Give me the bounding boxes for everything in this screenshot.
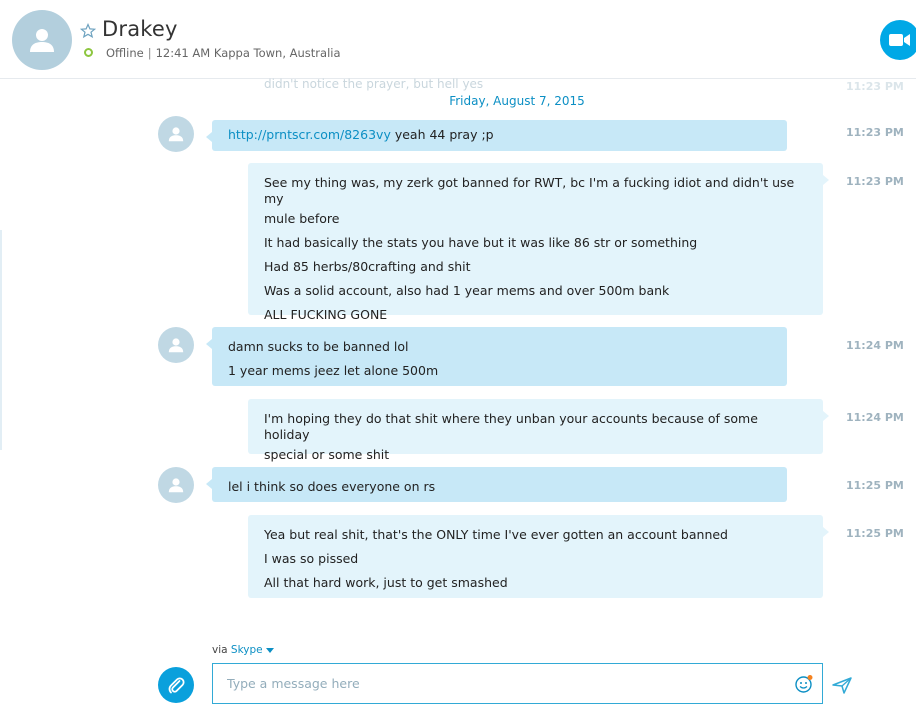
message-text: I'm hoping they do that shit where they …	[264, 411, 758, 442]
contact-avatar[interactable]	[12, 10, 72, 70]
status-separator: |	[147, 46, 152, 60]
via-label: via	[212, 644, 228, 656]
message-link[interactable]: http://prntscr.com/8263vy	[228, 127, 391, 142]
date-separator: Friday, August 7, 2015	[449, 94, 585, 108]
person-icon	[30, 29, 54, 52]
message-time: 11:23 PM	[846, 126, 904, 139]
message-avatar[interactable]	[158, 327, 194, 363]
paperclip-icon	[168, 677, 185, 694]
chevron-down-icon[interactable]	[265, 647, 274, 653]
message-time: 11:25 PM	[846, 527, 904, 540]
message-text: All that hard work, just to get smashed	[264, 575, 508, 590]
message-bubble-outgoing[interactable]: I'm hoping they do that shit where they …	[248, 399, 829, 462]
message-bubble-incoming[interactable]: lel i think so does everyone on rs	[206, 467, 787, 502]
person-icon	[168, 127, 184, 142]
faded-history-message: didn't notice the prayer, but hell yes	[264, 77, 484, 91]
person-icon	[168, 338, 184, 353]
message-text: lel i think so does everyone on rs	[228, 479, 436, 494]
message-avatar[interactable]	[158, 116, 194, 152]
message-time: 11:25 PM	[846, 479, 904, 492]
status-line: Offline | 12:41 AM Kappa Town, Australia	[106, 46, 341, 60]
message-text: It had basically the stats you have but …	[264, 235, 698, 250]
conversation-header: Drakey Offline | 12:41 AM Kappa Town, Aust…	[0, 0, 916, 79]
video-camera-icon	[889, 34, 910, 46]
via-service-name[interactable]: Skype	[231, 644, 263, 656]
message-time: 11:23 PM	[846, 175, 904, 188]
attach-button[interactable]	[158, 667, 194, 703]
message-text: yeah 44 pray ;p	[394, 127, 494, 142]
message-compose-box[interactable]	[212, 663, 823, 704]
smiley-icon[interactable]	[794, 674, 814, 694]
message-text: 1 year mems jeez let alone 500m	[228, 363, 439, 378]
via-service-selector[interactable]: via Skype	[212, 644, 274, 656]
message-text: ALL FUCKING GONE	[264, 307, 388, 322]
star-icon[interactable]	[80, 23, 96, 39]
message-text: mule before	[264, 211, 340, 226]
contact-name[interactable]: Drakey	[102, 17, 178, 41]
person-icon	[168, 478, 184, 493]
message-bubble-outgoing[interactable]: See my thing was, my zerk got banned for…	[248, 163, 829, 322]
message-bubble-outgoing[interactable]: Yea but real shit, that's the ONLY time …	[248, 515, 829, 598]
message-text: Had 85 herbs/80crafting and shit	[264, 259, 471, 274]
message-text: damn sucks to be banned lol	[228, 339, 409, 354]
message-text: Was a solid account, also had 1 year mem…	[264, 283, 670, 298]
message-text: Yea but real shit, that's the ONLY time …	[264, 527, 728, 542]
message-text: I was so pissed	[264, 551, 359, 566]
faded-history-time: 11:23 PM	[846, 80, 904, 93]
video-call-button[interactable]	[880, 20, 916, 60]
send-arrow-icon[interactable]	[832, 676, 852, 694]
scroll-rail	[0, 230, 2, 450]
status-text: Offline	[106, 46, 144, 60]
message-bubble-incoming[interactable]: http://prntscr.com/8263vy yeah 44 pray ;…	[206, 120, 787, 151]
message-text: See my thing was, my zerk got banned for…	[264, 175, 795, 206]
status-indicator	[84, 48, 93, 57]
local-time: 12:41 AM Kappa Town, Australia	[155, 46, 341, 60]
message-time: 11:24 PM	[846, 411, 904, 424]
message-avatar[interactable]	[158, 467, 194, 503]
message-input[interactable]	[213, 664, 801, 703]
message-time: 11:24 PM	[846, 339, 904, 352]
message-text: special or some shit	[264, 447, 390, 462]
message-bubble-incoming[interactable]: damn sucks to be banned lol 1 year mems …	[206, 327, 787, 386]
